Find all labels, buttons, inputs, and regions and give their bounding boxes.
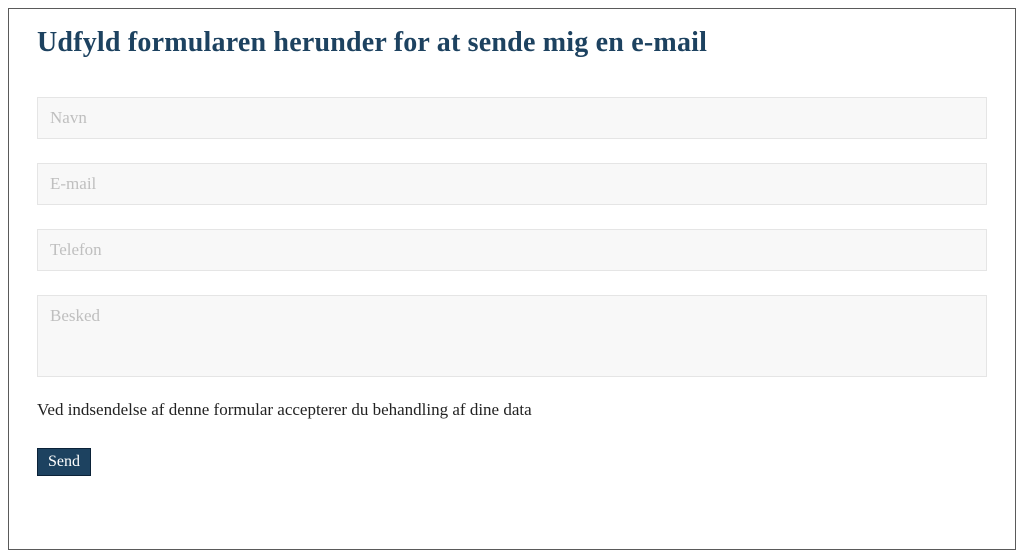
name-input[interactable] — [37, 97, 987, 139]
email-input[interactable] — [37, 163, 987, 205]
send-button[interactable]: Send — [37, 448, 91, 476]
phone-input[interactable] — [37, 229, 987, 271]
contact-form-card: Udfyld formularen herunder for at sende … — [8, 8, 1016, 550]
data-disclaimer: Ved indsendelse af denne formular accept… — [37, 400, 987, 420]
email-field-row — [37, 163, 987, 205]
message-textarea[interactable] — [37, 295, 987, 377]
form-heading: Udfyld formularen herunder for at sende … — [37, 27, 987, 59]
name-field-row — [37, 97, 987, 139]
phone-field-row — [37, 229, 987, 271]
message-field-row — [37, 295, 987, 382]
